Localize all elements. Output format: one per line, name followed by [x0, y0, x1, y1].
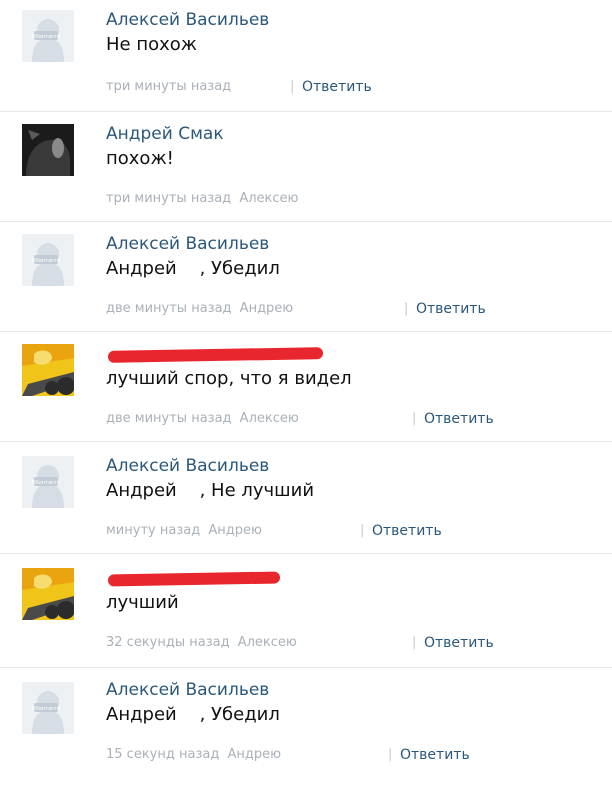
- cartoon-avatar-icon[interactable]: [22, 344, 74, 396]
- comment-author-link[interactable]: [106, 566, 612, 590]
- comment-time[interactable]: 32 секунды назад: [106, 635, 230, 650]
- reply-to-link[interactable]: Алексею: [238, 635, 297, 650]
- reply-button[interactable]: Ответить: [424, 634, 494, 652]
- comment-text: Андрей , Не лучший: [106, 480, 315, 501]
- comment-author-link[interactable]: [106, 342, 612, 366]
- default-avatar-icon[interactable]: ВКонтакте: [22, 10, 74, 62]
- comment-text: Не похож: [106, 34, 197, 55]
- dark-photo-avatar-icon[interactable]: [22, 124, 74, 176]
- reply-button[interactable]: Ответить: [372, 522, 442, 540]
- reply-to-link[interactable]: Андрею: [227, 747, 281, 762]
- comment-item: ВКонтакте Алексей Васильев Андрей , Убед…: [0, 222, 612, 332]
- comment-author-link[interactable]: Алексей Васильев: [106, 454, 612, 478]
- comment-text: Андрей , Убедил: [106, 704, 280, 725]
- svg-text:ВКонтакте: ВКонтакте: [32, 706, 60, 712]
- comment-text: Андрей , Убедил: [106, 258, 280, 279]
- comment-author-link[interactable]: Андрей Смак: [106, 122, 612, 146]
- redaction-mark: [107, 347, 324, 363]
- comment-item: лучший спор, что я видел две минуты наза…: [0, 332, 612, 442]
- comment-item: ВКонтакте Алексей Васильев Не похож три …: [0, 0, 612, 112]
- comment-time[interactable]: две минуты назад: [106, 301, 232, 316]
- reply-to-link[interactable]: Алексею: [240, 411, 299, 426]
- reply-button[interactable]: Ответить: [424, 410, 494, 428]
- default-avatar-icon[interactable]: ВКонтакте: [22, 234, 74, 286]
- svg-text:ВКонтакте: ВКонтакте: [32, 258, 60, 264]
- comment-time[interactable]: три минуты назад: [106, 191, 231, 206]
- reply-to-link[interactable]: Андрею: [240, 301, 294, 316]
- comment-item: ВКонтакте Алексей Васильев Андрей , Убед…: [0, 668, 612, 800]
- comment-item: лучший 32 секунды назад Алексею | Ответи…: [0, 554, 612, 668]
- comment-time[interactable]: 15 секунд назад: [106, 747, 219, 762]
- comment-text: лучший спор, что я видел: [106, 368, 352, 389]
- comment-item: Андрей Смак похож! три минуты назад Алек…: [0, 112, 612, 222]
- comment-time[interactable]: три минуты назад: [106, 79, 231, 94]
- reply-to-link[interactable]: Андрею: [208, 523, 262, 538]
- comment-text: похож!: [106, 148, 174, 169]
- comment-time[interactable]: две минуты назад: [106, 411, 232, 426]
- comment-time[interactable]: минуту назад: [106, 523, 200, 538]
- default-avatar-icon[interactable]: ВКонтакте: [22, 456, 74, 508]
- comment-item: ВКонтакте Алексей Васильев Андрей , Не л…: [0, 442, 612, 554]
- comment-text: лучший: [106, 592, 179, 613]
- redaction-mark: [107, 571, 281, 587]
- svg-text:ВКонтакте: ВКонтакте: [32, 34, 60, 40]
- svg-text:ВКонтакте: ВКонтакте: [32, 480, 60, 486]
- reply-button[interactable]: Ответить: [400, 746, 470, 764]
- default-avatar-icon[interactable]: ВКонтакте: [22, 682, 74, 734]
- reply-button[interactable]: Ответить: [416, 300, 486, 318]
- comment-author-link[interactable]: Алексей Васильев: [106, 8, 612, 32]
- reply-to-link[interactable]: Алексею: [239, 191, 298, 206]
- reply-button[interactable]: Ответить: [302, 78, 372, 96]
- cartoon-avatar-icon[interactable]: [22, 568, 74, 620]
- comment-author-link[interactable]: Алексей Васильев: [106, 678, 612, 702]
- comment-author-link[interactable]: Алексей Васильев: [106, 232, 612, 256]
